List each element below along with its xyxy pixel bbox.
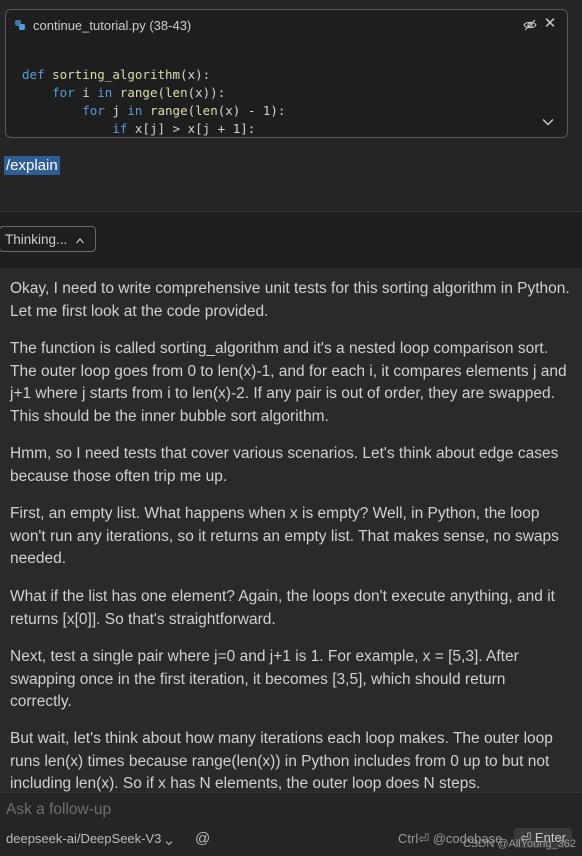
code-context-card[interactable]: continue_tutorial.py (38-43) ✕ def sorti… (5, 9, 568, 138)
python-file-icon (15, 20, 25, 30)
thinking-label: Thinking... (5, 231, 68, 247)
code-card-file-label: continue_tutorial.py (38-43) (33, 17, 192, 33)
response-paragraph: Hmm, so I need tests that cover various … (10, 445, 559, 485)
slash-command-chip: /explain (4, 156, 60, 175)
code-snippet: def sorting_algorithm(x): for i in range… (22, 66, 286, 137)
at-mention-icon[interactable]: @ (195, 830, 210, 847)
chevron-up-icon (75, 234, 85, 244)
code-line: def sorting_algorithm(x): (22, 67, 211, 82)
response-paragraph: What if the list has one element? Again,… (10, 588, 555, 628)
thinking-toggle[interactable]: Thinking... (0, 226, 97, 252)
response-paragraph: Next, test a single pair where j=0 and j… (10, 648, 519, 710)
follow-up-input[interactable]: Ask a follow-up (6, 801, 111, 819)
thinking-bar: Thinking... (0, 212, 582, 268)
context-area: continue_tutorial.py (38-43) ✕ def sorti… (0, 0, 582, 212)
model-name: deepseek-ai/DeepSeek-V3 (6, 831, 162, 846)
follow-up-input-area: Ask a follow-up deepseek-ai/DeepSeek-V3 … (0, 792, 582, 856)
eye-off-icon[interactable] (523, 18, 537, 32)
response-paragraph: The function is called sorting_algorithm… (10, 340, 567, 425)
chat-panel: continue_tutorial.py (38-43) ✕ def sorti… (0, 0, 582, 856)
response-paragraph: But wait, let's think about how many ite… (10, 730, 553, 792)
response-paragraph: First, an empty list. What happens when … (10, 505, 559, 567)
code-line: if x[j] > x[j + 1]: (112, 121, 256, 136)
close-icon[interactable]: ✕ (543, 16, 557, 31)
chevron-down-icon (165, 835, 173, 845)
watermark: CSDN @AllYoung_362 (463, 838, 576, 850)
chevron-down-icon[interactable] (541, 115, 555, 129)
response-paragraph: Okay, I need to write comprehensive unit… (10, 280, 570, 320)
code-line: for i in range(len(x)): (52, 85, 226, 100)
code-line: for j in range(len(x) - 1): (82, 103, 286, 118)
response-content: Okay, I need to write comprehensive unit… (0, 268, 582, 792)
code-card-header: continue_tutorial.py (38-43) ✕ (6, 10, 567, 40)
model-selector[interactable]: deepseek-ai/DeepSeek-V3 (6, 831, 173, 846)
